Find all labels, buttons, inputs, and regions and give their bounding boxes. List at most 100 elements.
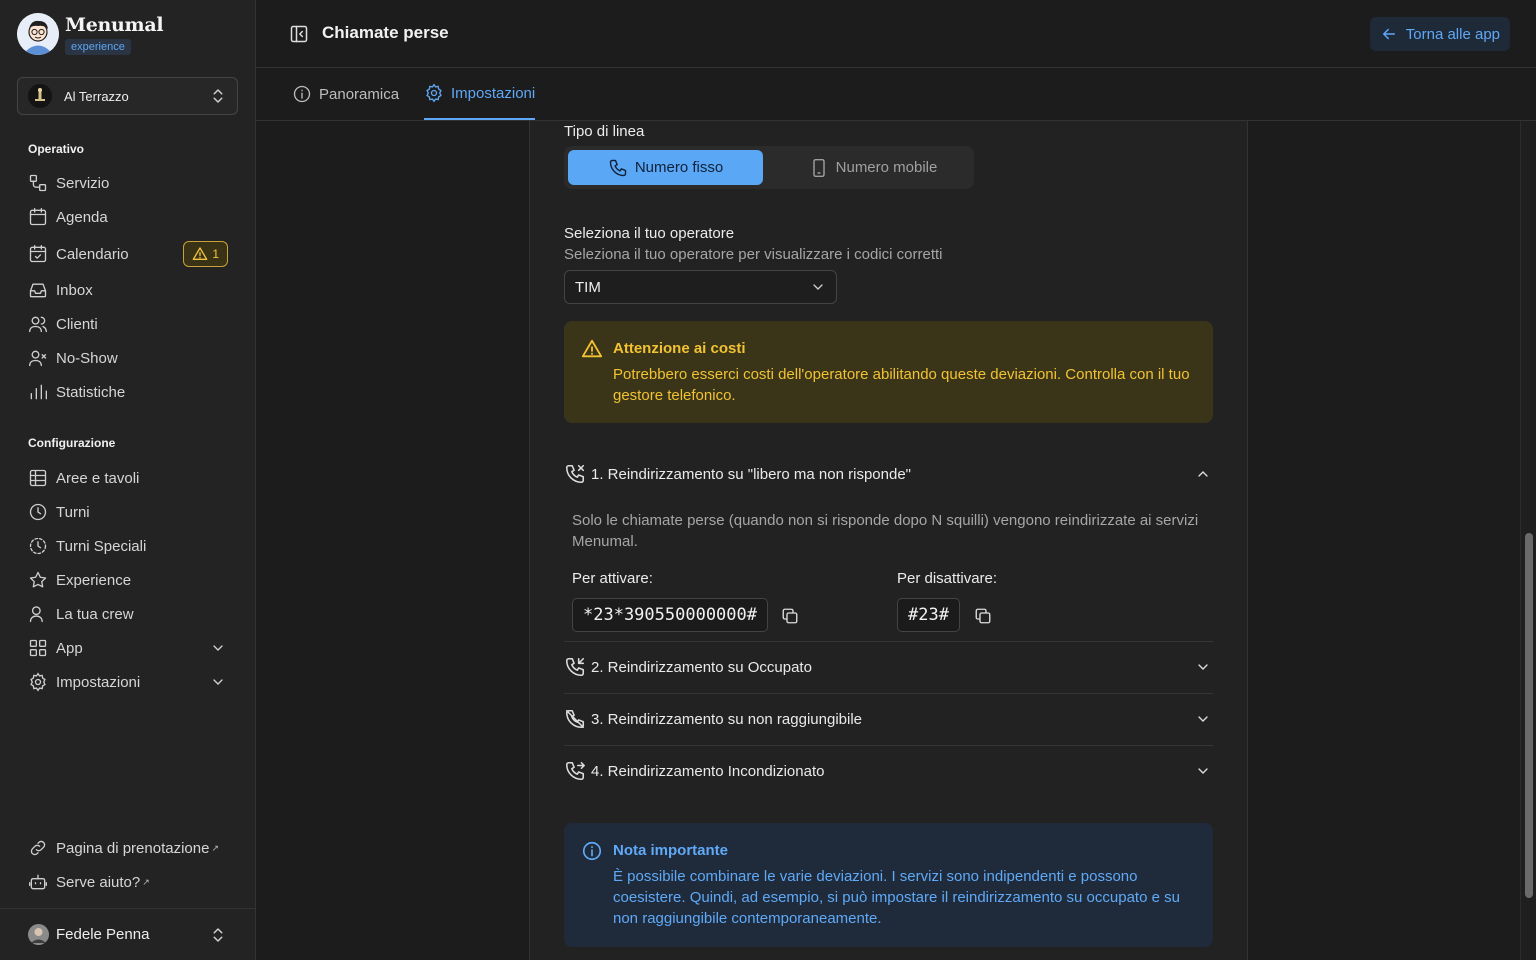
back-to-apps-button[interactable]: Torna alle app bbox=[1369, 17, 1510, 51]
chevron-down-icon bbox=[213, 679, 223, 685]
sidebar-item-inbox[interactable]: Inbox bbox=[28, 276, 228, 304]
sidebar-item-label: App bbox=[56, 639, 83, 657]
redirect-description: Solo le chiamate perse (quando non si ri… bbox=[572, 512, 1199, 550]
cost-warning-title: Attenzione ai costi bbox=[613, 340, 746, 357]
chevron-up-icon bbox=[1198, 471, 1208, 477]
divider bbox=[564, 745, 1213, 746]
scrollbar-thumb[interactable] bbox=[1525, 533, 1533, 898]
calendar-check-icon bbox=[29, 245, 47, 263]
mobile-line-button[interactable]: Numero mobile bbox=[778, 150, 968, 185]
sidebar-item-calendario[interactable]: Calendario 1 bbox=[28, 240, 228, 268]
redirect-busy-header[interactable]: 2. Reindirizzamento su Occupato bbox=[564, 651, 1213, 683]
redirect-title: 4. Reindirizzamento Incondizionato bbox=[591, 762, 825, 780]
tab-panoramica[interactable]: Panoramica bbox=[292, 68, 399, 120]
user-x-icon bbox=[29, 350, 47, 367]
sidebar-toggle-icon[interactable] bbox=[289, 24, 309, 44]
brand[interactable]: Menumal experience bbox=[17, 13, 164, 55]
deactivate-code[interactable]: #23# bbox=[897, 598, 960, 632]
user-menu[interactable]: Fedele Penna bbox=[0, 908, 255, 960]
fixed-line-button[interactable]: Numero fisso bbox=[568, 150, 763, 185]
tab-impostazioni[interactable]: Impostazioni bbox=[424, 68, 536, 120]
chevron-down-icon bbox=[1198, 664, 1208, 670]
venue-selector[interactable]: Al Terrazzo bbox=[17, 77, 238, 115]
bot-icon bbox=[29, 874, 47, 890]
copy-icon[interactable] bbox=[781, 607, 799, 625]
sidebar-item-label: Inbox bbox=[56, 281, 93, 299]
sidebar-item-label: Serve aiuto? bbox=[56, 873, 141, 891]
phone-icon bbox=[609, 159, 627, 176]
clock-dashed-icon bbox=[29, 537, 47, 555]
sidebar-item-label: Turni bbox=[56, 503, 90, 521]
tab-label: Panoramica bbox=[319, 85, 400, 103]
mobile-line-label: Numero mobile bbox=[835, 159, 938, 176]
divider bbox=[564, 693, 1213, 694]
star-icon bbox=[29, 571, 47, 588]
sidebar-item-clienti[interactable]: Clienti bbox=[28, 310, 228, 338]
sidebar-item-no-show[interactable]: No-Show bbox=[28, 344, 228, 372]
phone-forwarded-icon bbox=[565, 761, 585, 781]
phone-missed-icon bbox=[565, 464, 585, 484]
sidebar-item-label: Impostazioni bbox=[56, 673, 141, 691]
page-title: Chiamate perse bbox=[322, 23, 449, 42]
activate-code[interactable]: *23*390550000000# bbox=[572, 598, 768, 632]
line-type-toggle: Numero fisso Numero mobile bbox=[564, 146, 974, 189]
brand-badge: experience bbox=[65, 39, 131, 55]
arrow-left-icon bbox=[1382, 28, 1395, 40]
users-icon bbox=[29, 316, 47, 333]
copy-icon[interactable] bbox=[974, 607, 992, 625]
section-configurazione: Configurazione bbox=[28, 436, 116, 450]
sidebar-item-servizio[interactable]: Servizio bbox=[28, 169, 228, 197]
grid-icon bbox=[29, 639, 47, 657]
line-type-label: Tipo di linea bbox=[564, 123, 645, 140]
sidebar-item-label: Clienti bbox=[56, 315, 98, 333]
warning-icon bbox=[581, 339, 603, 358]
sidebar-item-crew[interactable]: La tua crew bbox=[28, 600, 228, 628]
sidebar-item-label: La tua crew bbox=[56, 605, 134, 623]
sidebar-item-statistiche[interactable]: Statistiche bbox=[28, 378, 228, 406]
gear-icon bbox=[30, 672, 46, 692]
sidebar-item-pagina-prenotazione[interactable]: Pagina di prenotazione ↗ bbox=[28, 834, 248, 862]
sidebar-item-aree-e-tavoli[interactable]: Aree e tavoli bbox=[28, 464, 228, 492]
sidebar-item-turni[interactable]: Turni bbox=[28, 498, 228, 526]
table-icon bbox=[29, 469, 47, 487]
fixed-line-label: Numero fisso bbox=[634, 159, 724, 176]
important-note-alert: Nota importante È possibile combinare le… bbox=[564, 823, 1213, 947]
divider bbox=[564, 641, 1213, 642]
sidebar-item-label: Agenda bbox=[56, 208, 108, 226]
redirect-unconditional-header[interactable]: 4. Reindirizzamento Incondizionato bbox=[564, 755, 1213, 787]
header: Chiamate perse Torna alle app bbox=[256, 0, 1536, 68]
alert-count-badge[interactable]: 1 bbox=[183, 241, 228, 267]
sidebar-item-turni-speciali[interactable]: Turni Speciali bbox=[28, 532, 228, 560]
service-icon bbox=[29, 174, 47, 192]
sidebar: Menumal experience Al Terrazzo Operativo… bbox=[0, 0, 256, 960]
sidebar-item-label: Pagina di prenotazione bbox=[56, 839, 210, 857]
app: Menumal experience Al Terrazzo Operativo… bbox=[0, 0, 1536, 960]
cost-warning-body: Potrebbero esserci costi dell'operatore … bbox=[613, 366, 1190, 404]
redirect-no-answer-header[interactable]: 1. Reindirizzamento su "libero ma non ri… bbox=[564, 458, 1213, 490]
brand-name: Menumal bbox=[65, 14, 164, 36]
sidebar-item-experience[interactable]: Experience bbox=[28, 566, 228, 594]
operator-select[interactable]: TIM bbox=[564, 270, 837, 304]
venue-name: Al Terrazzo bbox=[64, 88, 129, 104]
sidebar-item-agenda[interactable]: Agenda bbox=[28, 203, 228, 231]
warning-icon bbox=[192, 247, 208, 260]
redirect-unreachable-header[interactable]: 3. Reindirizzamento su non raggiungibile bbox=[564, 703, 1213, 735]
gear-icon bbox=[426, 83, 442, 103]
redirect-title: 1. Reindirizzamento su "libero ma non ri… bbox=[591, 465, 911, 483]
sidebar-item-label: Aree e tavoli bbox=[56, 469, 140, 487]
sidebar-item-label: Calendario bbox=[56, 245, 129, 263]
external-link-icon: ↗ bbox=[142, 876, 150, 887]
important-note-title: Nota importante bbox=[613, 842, 729, 859]
operator-value: TIM bbox=[575, 278, 601, 296]
tab-bar: Panoramica Impostazioni bbox=[256, 68, 1536, 121]
cost-warning-alert: Attenzione ai costi Potrebbero esserci c… bbox=[564, 321, 1213, 423]
sidebar-item-app[interactable]: App bbox=[28, 634, 228, 662]
tab-label: Impostazioni bbox=[451, 84, 536, 102]
sidebar-item-label: Experience bbox=[56, 571, 132, 589]
chevrons-up-down-icon bbox=[213, 89, 223, 103]
sidebar-item-impostazioni[interactable]: Impostazioni bbox=[28, 668, 228, 696]
sidebar-item-serve-aiuto[interactable]: Serve aiuto? ↗ bbox=[28, 868, 228, 896]
scrollbar[interactable] bbox=[1520, 121, 1536, 960]
brand-logo bbox=[17, 13, 59, 55]
redirect-title: 2. Reindirizzamento su Occupato bbox=[591, 658, 812, 676]
